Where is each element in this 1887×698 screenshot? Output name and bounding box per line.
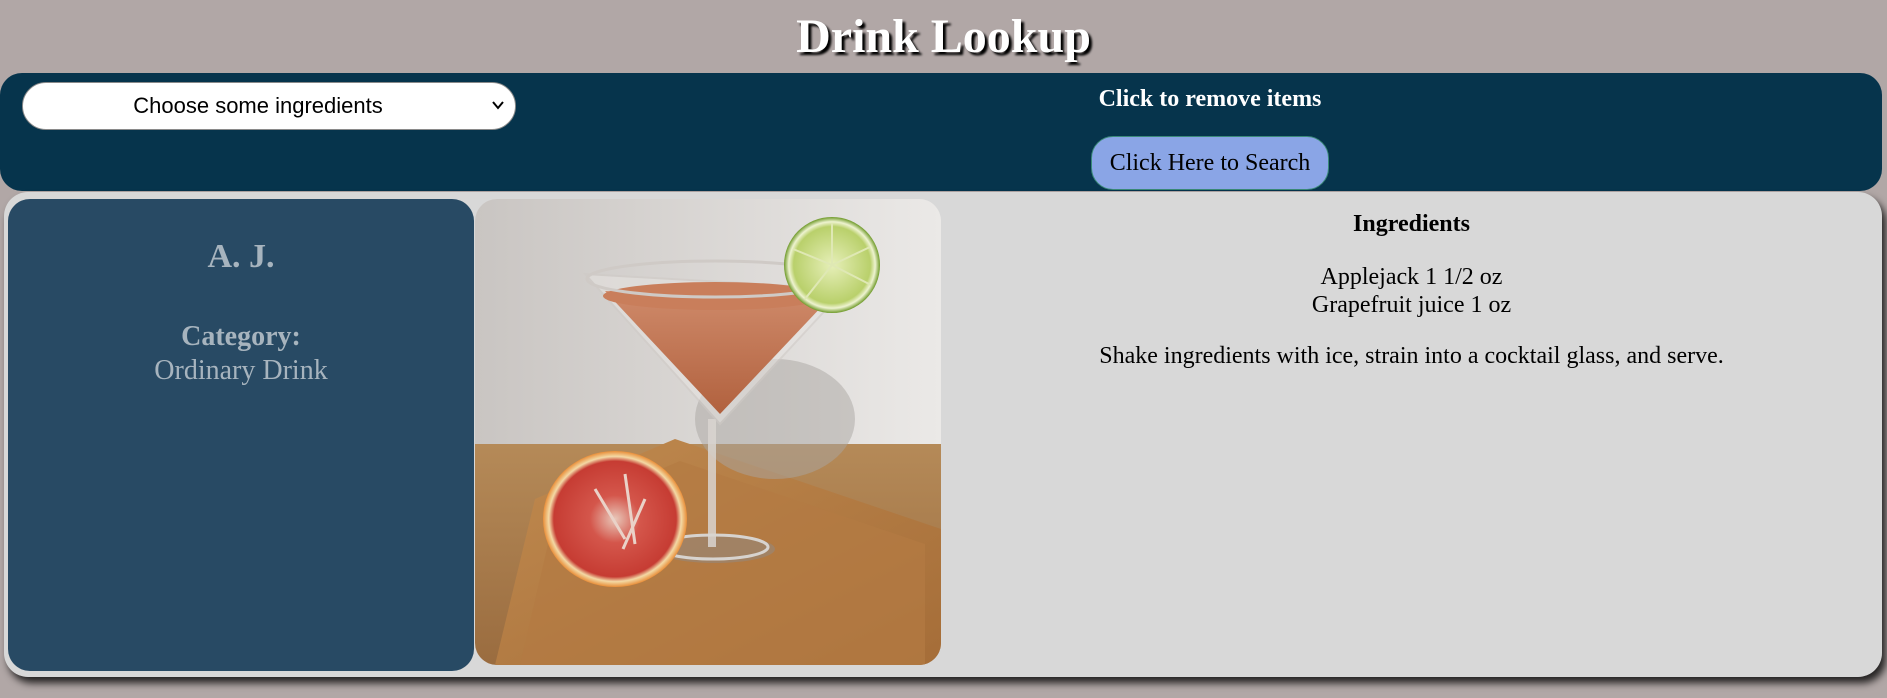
category-value: Ordinary Drink (154, 355, 328, 386)
drink-info-card: A. J. Category: Ordinary Drink (8, 199, 474, 671)
results-panel: A. J. Category: Ordinary Drink Ingredien… (4, 192, 1882, 677)
category-label: Category: (181, 321, 301, 352)
ingredient-select-value: Choose some ingredients (133, 93, 383, 118)
drink-name: A. J. (207, 238, 275, 275)
ingredients-section: Ingredients Applejack 1 1/2 oz Grapefrui… (949, 209, 1874, 371)
ingredients-heading: Ingredients (1353, 211, 1470, 237)
cocktail-photo-icon (475, 199, 941, 665)
page-title: Drink Lookup (796, 10, 1091, 63)
chevron-down-icon (492, 101, 504, 110)
ingredient-item: Grapefruit juice 1 oz (1311, 292, 1512, 318)
remove-items-hint: Click to remove items (1098, 86, 1322, 112)
ingredient-item: Applejack 1 1/2 oz (1320, 264, 1503, 290)
ingredient-select[interactable]: Choose some ingredients (22, 82, 516, 130)
drink-photo (475, 199, 941, 665)
instructions-text: Shake ingredients with ice, strain into … (1099, 343, 1724, 369)
search-button[interactable]: Click Here to Search (1091, 136, 1329, 190)
toolbar: Choose some ingredients Click to remove … (0, 73, 1882, 191)
